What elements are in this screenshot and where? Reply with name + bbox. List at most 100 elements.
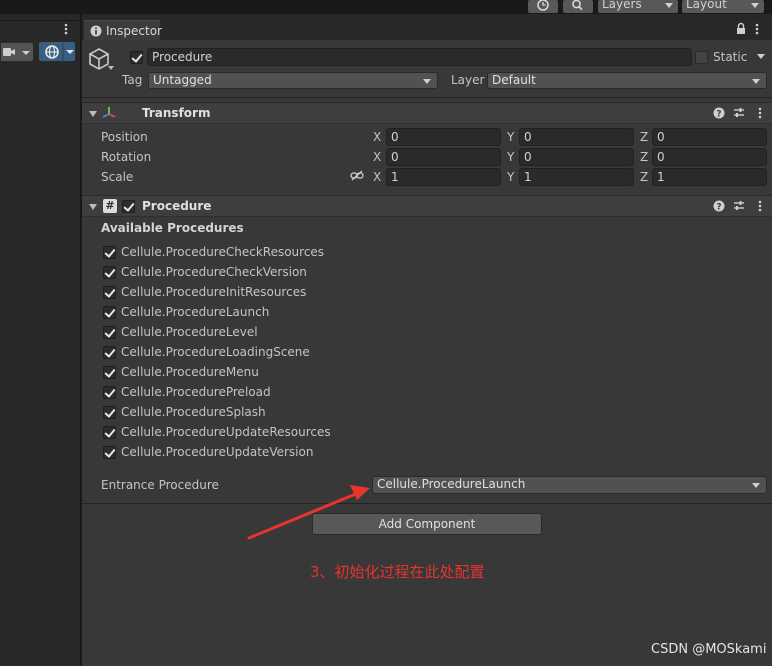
chevron-down-icon [665,3,673,8]
layer-label: Layer [451,73,485,87]
position-label: Position [101,130,148,144]
scale-y-value: 1 [524,170,532,184]
camera-dropdown[interactable] [0,42,34,62]
procedure-item-checkbox[interactable] [103,446,116,459]
scale-x-value: 1 [391,170,399,184]
help-icon[interactable]: ? [713,200,725,213]
object-name-field[interactable]: Procedure [147,48,692,66]
annotation-text: 3、初始化过程在此处配置 [310,563,485,581]
kebab-menu-icon[interactable] [63,22,69,36]
camera-icon [3,48,30,56]
chevron-down-icon [423,79,431,84]
layer-dropdown[interactable]: Default [487,72,767,89]
header-separator [82,97,772,98]
history-icon [537,0,549,11]
procedure-item-checkbox[interactable] [103,246,116,259]
static-dropdown-caret[interactable] [757,54,765,59]
procedure-item-checkbox[interactable] [103,366,116,379]
layers-dropdown[interactable]: Layers [598,0,678,13]
procedure-item-checkbox[interactable] [103,266,116,279]
static-label: Static [713,50,748,64]
procedure-item-checkbox[interactable] [103,306,116,319]
rotation-x-value: 0 [391,150,399,164]
rotation-label: Rotation [101,150,152,164]
chevron-down-icon [752,79,760,84]
rotation-z-value: 0 [657,150,665,164]
axis-y-label: Y [507,130,515,144]
svg-text:?: ? [716,110,721,120]
rotation-y-field[interactable]: 0 [519,148,634,166]
script-hash-icon: # [103,199,117,213]
procedure-item-checkbox[interactable] [103,346,116,359]
kebab-menu-icon[interactable] [757,199,763,213]
kebab-menu-icon[interactable] [754,22,760,36]
chevron-down-icon [752,483,760,488]
transform-axes-icon [101,105,117,121]
procedure-title: Procedure [142,199,212,213]
lock-icon[interactable] [735,22,747,36]
search-icon [572,0,583,11]
axis-z-label: Z [640,170,649,184]
transform-title: Transform [142,106,211,120]
rotation-y-value: 0 [524,150,532,164]
rotation-z-field[interactable]: 0 [652,148,767,166]
constrain-proportions-link-icon[interactable] [350,170,364,182]
scale-z-field[interactable]: 1 [652,168,767,186]
active-checkbox[interactable] [130,51,143,64]
procedure-enabled-checkbox[interactable] [122,200,135,213]
inspector-tabstrip [82,14,772,40]
layout-label: Layout [686,0,727,11]
axis-z-label: Z [640,130,649,144]
help-icon[interactable]: ? [713,107,725,120]
tag-value: Untagged [153,73,212,87]
position-z-field[interactable]: 0 [652,128,767,146]
procedure-foldout-arrow[interactable] [89,204,97,210]
position-y-value: 0 [524,130,532,144]
chevron-down-icon [751,3,759,8]
transform-foldout-arrow[interactable] [89,111,97,117]
procedure-item-checkbox[interactable] [103,286,116,299]
procedure-item-label: Cellule.ProcedureInitResources [121,285,307,299]
procedure-item-label: Cellule.ProcedureCheckVersion [121,265,307,279]
tab-inspector-label: Inspector [106,24,162,38]
procedure-item-label: Cellule.ProcedureLoadingScene [121,345,310,359]
position-x-field[interactable]: 0 [386,128,501,146]
procedure-item-checkbox[interactable] [103,426,116,439]
icon-dropdown-caret[interactable] [108,66,114,70]
axis-y-label: Y [507,150,515,164]
entrance-procedure-value: Cellule.ProcedureLaunch [377,477,526,491]
presets-sliders-icon[interactable] [733,107,745,119]
layers-label: Layers [602,0,642,11]
procedure-item-label: Cellule.ProcedureSplash [121,405,266,419]
svg-text:?: ? [716,203,721,213]
annotation-arrow-icon [247,485,370,540]
procedure-item-label: Cellule.ProcedureUpdateResources [121,425,331,439]
scale-label: Scale [101,170,134,184]
procedure-item-checkbox[interactable] [103,386,116,399]
procedure-item-label: Cellule.ProcedurePreload [121,385,271,399]
position-y-field[interactable]: 0 [519,128,634,146]
gizmo-globe-icon [45,43,74,62]
presets-sliders-icon[interactable] [733,200,745,212]
watermark: CSDN @MOSkami [651,642,767,657]
tag-dropdown[interactable]: Untagged [148,72,438,89]
gizmos-dropdown[interactable] [38,41,76,62]
axis-x-label: X [373,170,382,184]
rotation-x-field[interactable]: 0 [386,148,501,166]
procedure-item-checkbox[interactable] [103,326,116,339]
component-separator [82,503,772,504]
procedure-item-label: Cellule.ProcedureCheckResources [121,245,325,259]
axis-x-label: X [373,150,382,164]
procedure-item-checkbox[interactable] [103,406,116,419]
history-button[interactable] [528,0,558,13]
layout-dropdown[interactable]: Layout [682,0,764,13]
search-button[interactable] [563,0,593,13]
static-checkbox[interactable] [695,51,708,64]
tab-inspector[interactable]: Inspector [84,20,162,41]
scale-x-field[interactable]: 1 [386,168,501,186]
entrance-procedure-dropdown[interactable]: Cellule.ProcedureLaunch [372,476,767,494]
scale-y-field[interactable]: 1 [519,168,634,186]
kebab-menu-icon[interactable] [757,106,763,120]
axis-z-label: Z [640,150,649,164]
axis-y-label: Y [507,170,515,184]
